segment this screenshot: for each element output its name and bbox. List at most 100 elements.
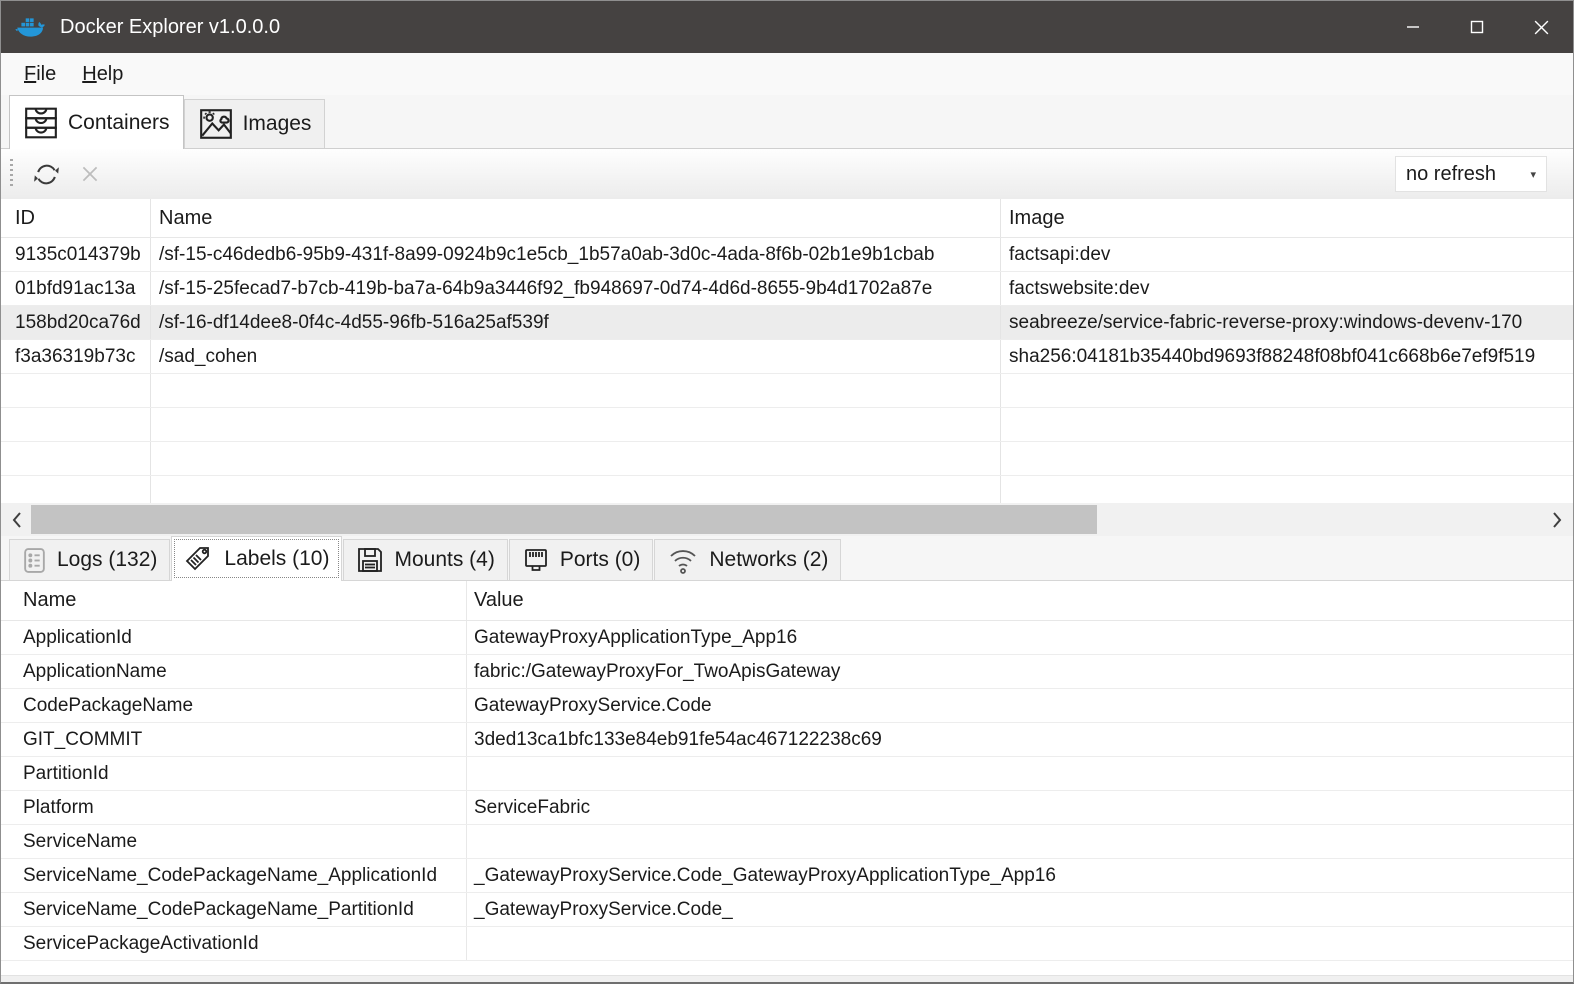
label-name: Platform (1, 791, 467, 824)
minimize-icon (1407, 26, 1419, 28)
label-row[interactable]: ServiceName_CodePackageName_ApplicationI… (1, 859, 1573, 893)
label-row[interactable]: ApplicationId GatewayProxyApplicationTyp… (1, 621, 1573, 655)
containers-table: ID Name Image 9135c014379b /sf-15-c46ded… (1, 199, 1573, 503)
tab-containers[interactable]: Containers (9, 95, 184, 149)
tab-images[interactable]: Images (183, 99, 326, 148)
clear-button[interactable] (71, 155, 109, 193)
label-name: ServiceName_CodePackageName_PartitionId (1, 893, 467, 926)
tab-labels[interactable]: Labels (10) (171, 536, 343, 581)
refresh-interval-select[interactable]: no refresh ▾ (1395, 156, 1547, 192)
label-value: ServiceFabric (474, 796, 591, 818)
tab-mounts[interactable]: Mounts (4) (343, 539, 508, 580)
close-icon (1534, 20, 1548, 34)
column-header-id[interactable]: ID (1, 199, 151, 237)
container-image: sha256:04181b35440bd9693f88248f08bf041c6… (1009, 345, 1536, 367)
container-id: 9135c014379b (1, 238, 151, 271)
maximize-icon (1470, 20, 1484, 34)
label-row[interactable]: ServiceName_CodePackageName_PartitionId … (1, 893, 1573, 927)
container-id: 158bd20ca76d (1, 306, 151, 339)
containers-icon (25, 107, 57, 138)
menu-help[interactable]: Help (69, 57, 136, 92)
refresh-icon (33, 164, 59, 184)
tab-images-label: Images (242, 112, 312, 135)
tab-networks[interactable]: Networks (2) (654, 539, 842, 580)
empty-row (1, 408, 1573, 442)
ports-icon (524, 549, 547, 571)
label-name: ServiceName (1, 825, 467, 858)
container-image: factswebsite:dev (1009, 277, 1150, 299)
label-name: ServicePackageActivationId (1, 927, 467, 960)
label-value: _GatewayProxyService.Code_GatewayProxyAp… (474, 864, 1056, 886)
container-row[interactable]: 01bfd91ac13a /sf-15-25fecad7-b7cb-419b-b… (1, 272, 1573, 306)
maximize-button[interactable] (1445, 1, 1509, 53)
mounts-icon (358, 548, 383, 572)
column-header-label-name[interactable]: Name (1, 581, 467, 620)
detail-tabstrip: Logs (132) Labels (10) Mounts (4) Ports … (1, 536, 1573, 581)
window-bottom-edge (1, 975, 1573, 982)
label-value: _GatewayProxyService.Code_ (474, 898, 733, 920)
label-row[interactable]: ServicePackageActivationId (1, 927, 1573, 961)
label-row[interactable]: GIT_COMMIT 3ded13ca1bfc133e84eb91fe54ac4… (1, 723, 1573, 757)
close-button[interactable] (1509, 1, 1573, 53)
container-name: /sf-15-c46dedb6-95b9-431f-8a99-0924b9c1e… (151, 238, 1001, 271)
tab-containers-label: Containers (68, 110, 170, 134)
label-name: ApplicationName (1, 655, 467, 688)
docker-whale-icon (15, 15, 47, 39)
label-row[interactable]: ApplicationName fabric:/GatewayProxyFor_… (1, 655, 1573, 689)
tab-ports[interactable]: Ports (0) (508, 539, 654, 580)
horizontal-scrollbar[interactable] (1, 503, 1573, 536)
container-name: /sad_cohen (151, 340, 1001, 373)
tab-logs-label: Logs (132) (57, 548, 158, 571)
container-row[interactable]: f3a36319b73c /sad_cohen sha256:04181b354… (1, 340, 1573, 374)
minimize-button[interactable] (1381, 1, 1445, 53)
empty-row (1, 374, 1573, 408)
app-window: Docker Explorer v1.0.0.0 File Help Conta… (0, 0, 1574, 984)
menubar: File Help (1, 53, 1573, 95)
logs-icon (24, 547, 45, 573)
label-value: GatewayProxyApplicationType_App16 (474, 626, 798, 648)
container-row[interactable]: 9135c014379b /sf-15-c46dedb6-95b9-431f-8… (1, 238, 1573, 272)
scroll-right-icon (1553, 511, 1562, 528)
label-row[interactable]: CodePackageName GatewayProxyService.Code (1, 689, 1573, 723)
images-icon (199, 109, 232, 139)
label-value: fabric:/GatewayProxyFor_TwoApisGateway (474, 660, 841, 682)
tab-labels-label: Labels (10) (224, 547, 330, 570)
label-name: ApplicationId (1, 621, 467, 654)
label-value: GatewayProxyService.Code (474, 694, 712, 716)
scrollbar-thumb[interactable] (31, 505, 1097, 534)
container-row-selected[interactable]: 158bd20ca76d /sf-16-df14dee8-0f4c-4d55-9… (1, 306, 1573, 340)
networks-icon (670, 550, 696, 574)
tab-ports-label: Ports (0) (559, 548, 641, 571)
label-value (467, 825, 1573, 858)
empty-row (1, 476, 1573, 503)
label-value (467, 757, 1573, 790)
column-header-name[interactable]: Name (151, 199, 1001, 237)
label-name: GIT_COMMIT (1, 723, 467, 756)
label-row[interactable]: ServiceName (1, 825, 1573, 859)
container-id: 01bfd91ac13a (1, 272, 151, 305)
toolbar-grip[interactable] (10, 159, 13, 189)
refresh-interval-value: no refresh (1406, 162, 1497, 185)
label-row[interactable]: Platform ServiceFabric (1, 791, 1573, 825)
container-id: f3a36319b73c (1, 340, 151, 373)
empty-row (1, 442, 1573, 476)
combo-arrow-icon: ▾ (1530, 168, 1536, 181)
clear-icon (82, 166, 98, 182)
container-name: /sf-16-df14dee8-0f4c-4d55-96fb-516a25af5… (151, 306, 1001, 339)
label-row[interactable]: PartitionId (1, 757, 1573, 791)
column-header-label-value[interactable]: Value (467, 581, 1573, 620)
labels-table-header: Name Value (1, 581, 1573, 621)
label-name: CodePackageName (1, 689, 467, 722)
toolbar: no refresh ▾ (1, 149, 1573, 199)
column-header-image[interactable]: Image (1001, 199, 1573, 237)
label-name: ServiceName_CodePackageName_ApplicationI… (1, 859, 467, 892)
label-value (467, 927, 1573, 960)
window-title: Docker Explorer v1.0.0.0 (60, 15, 281, 38)
menu-file[interactable]: File (11, 57, 69, 92)
tab-logs[interactable]: Logs (132) (9, 539, 171, 580)
scroll-left-button[interactable] (3, 503, 31, 536)
labels-table: Name Value ApplicationId GatewayProxyApp… (1, 581, 1573, 975)
scroll-right-button[interactable] (1543, 503, 1571, 536)
containers-table-header: ID Name Image (1, 199, 1573, 238)
refresh-button[interactable] (27, 155, 65, 193)
